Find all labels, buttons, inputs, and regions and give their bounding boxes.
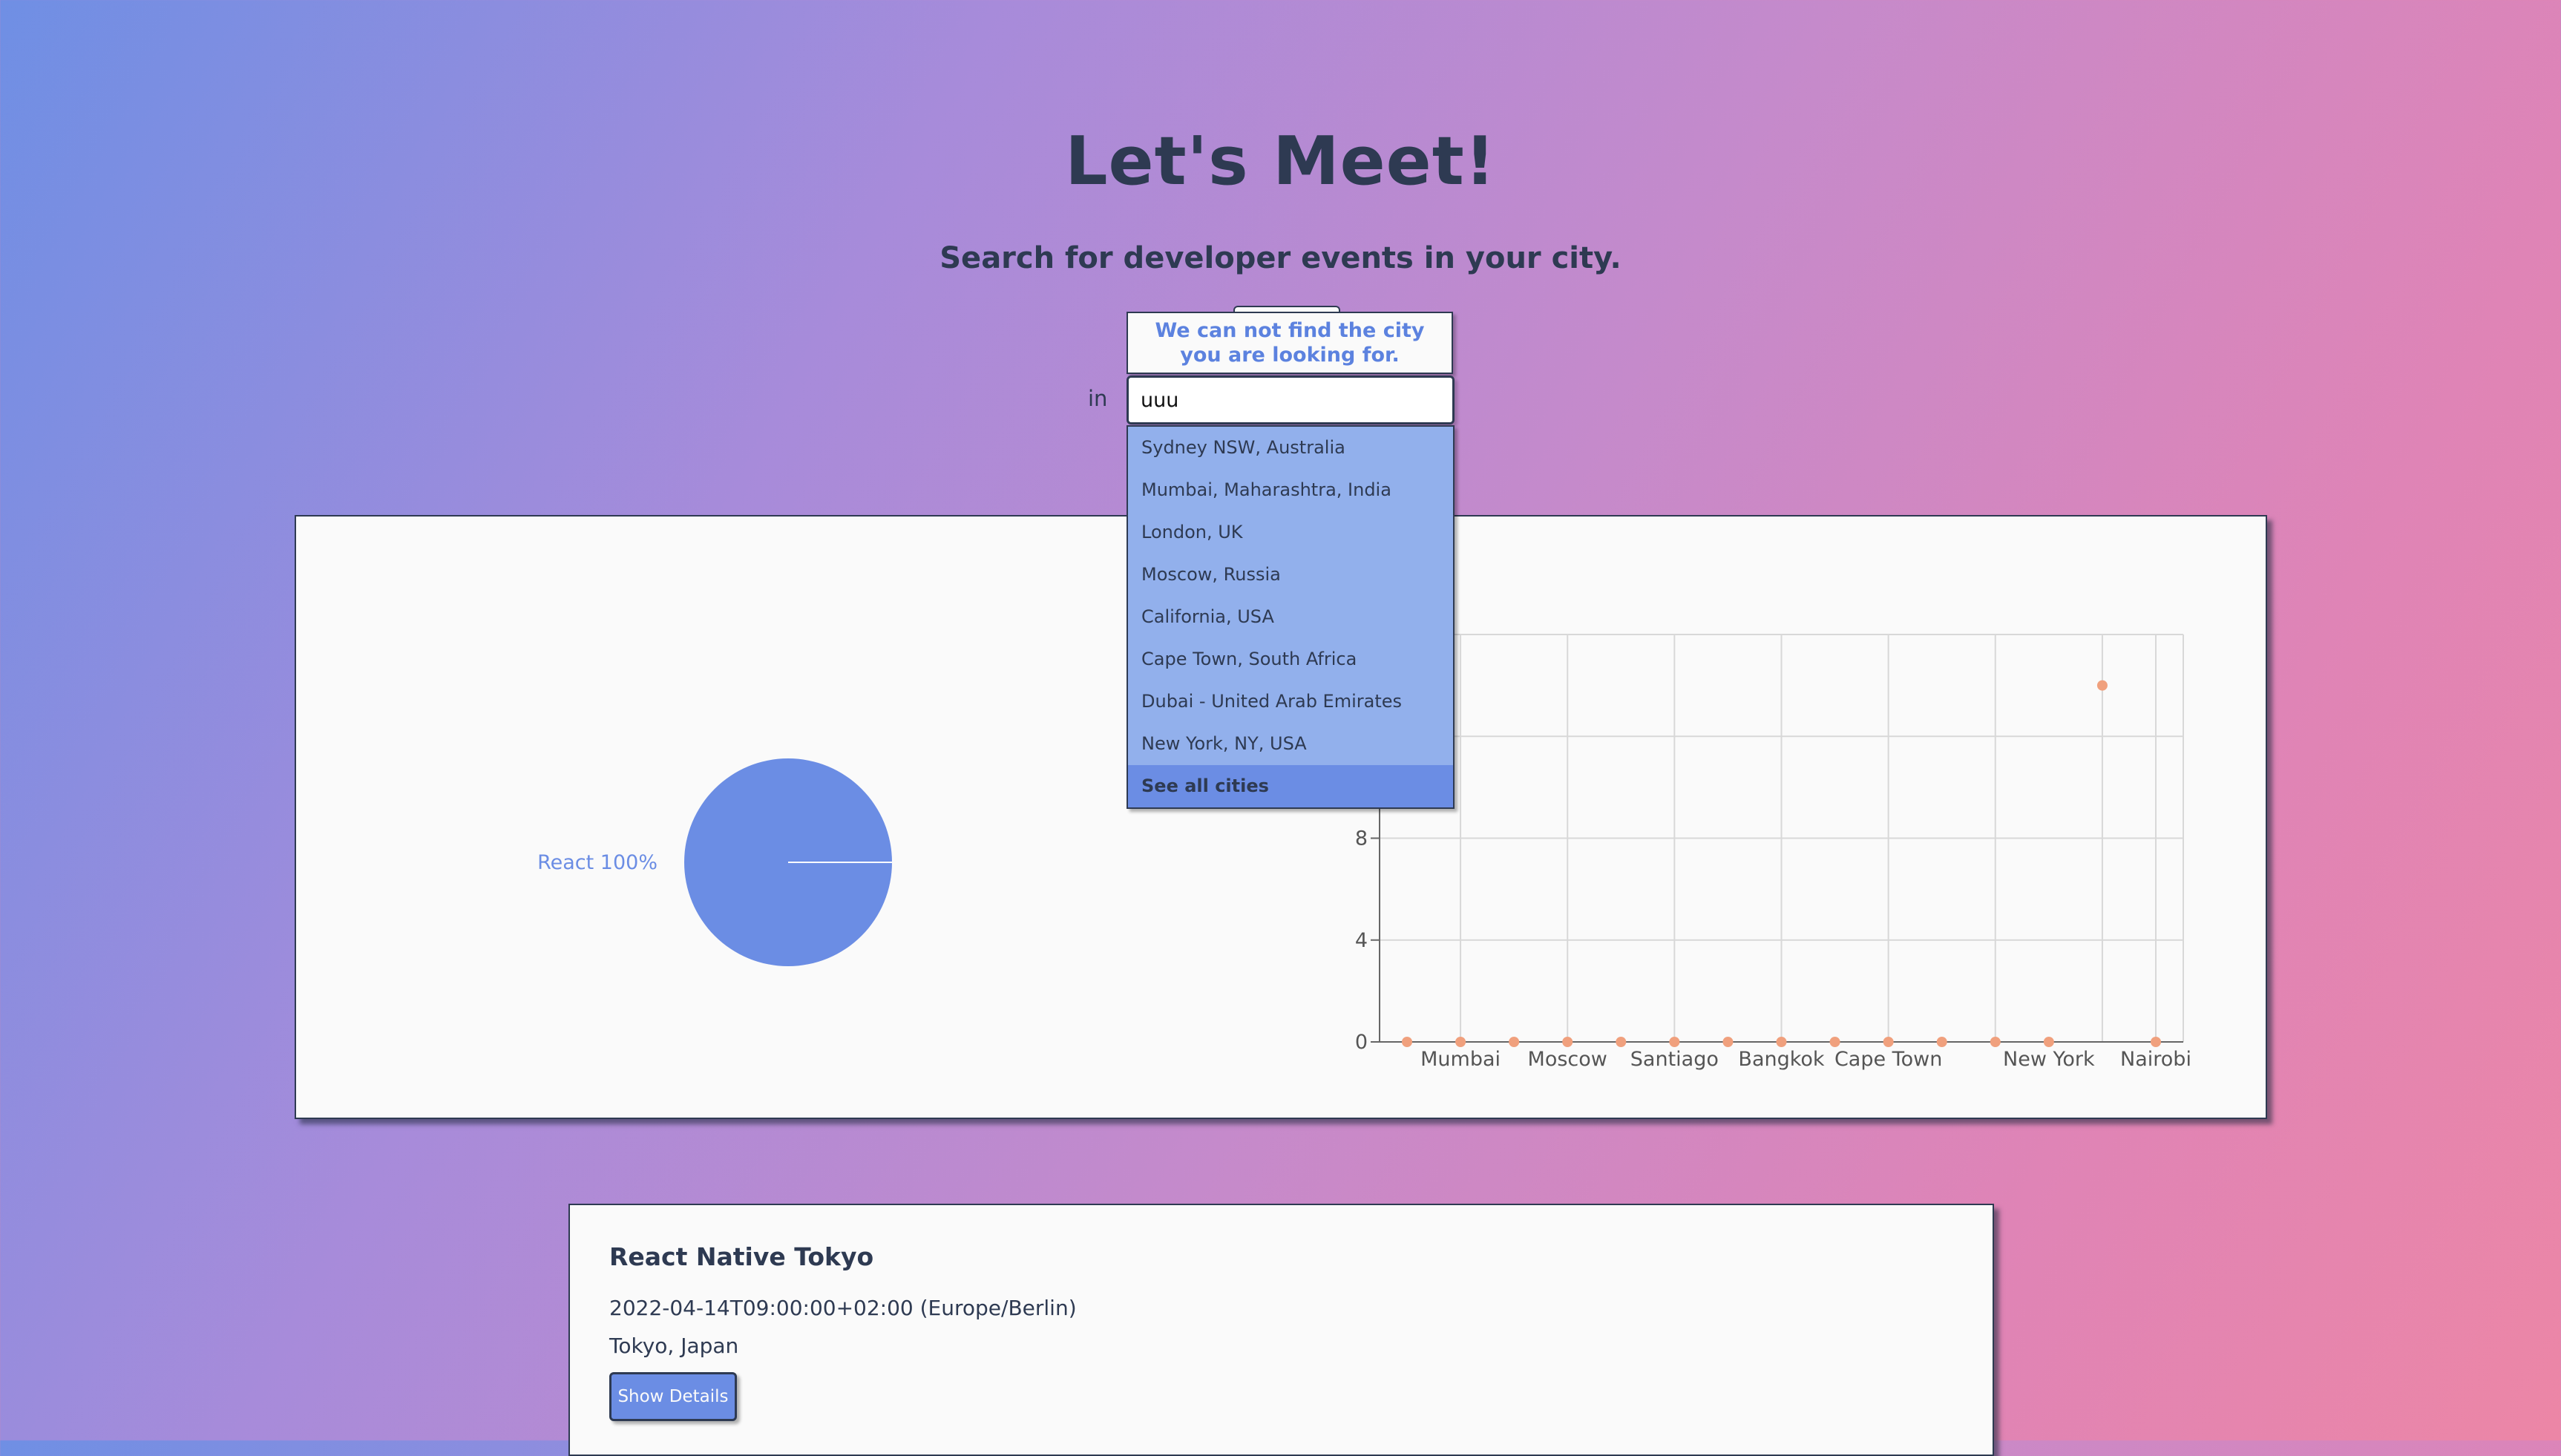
city-not-found-alert: We can not find the city you are looking… xyxy=(1127,312,1453,374)
scatter-point xyxy=(1829,1037,1840,1047)
scatter-point xyxy=(1616,1037,1627,1047)
scatter-point xyxy=(1669,1037,1680,1047)
page-title: Let's Meet! xyxy=(1065,122,1496,200)
suggestion-item[interactable]: Moscow, Russia xyxy=(1128,554,1453,596)
x-tick-label: Bangkok xyxy=(1738,1048,1825,1071)
scatter-point xyxy=(2151,1037,2161,1047)
scatter-point xyxy=(1562,1037,1573,1047)
suggestion-item[interactable]: Mumbai, Maharashtra, India xyxy=(1128,469,1453,511)
city-search-input[interactable] xyxy=(1127,376,1455,424)
scatter-point xyxy=(2096,680,2108,691)
y-tick-label: 4 xyxy=(1355,929,1368,952)
suggestion-item[interactable]: Dubai - United Arab Emirates xyxy=(1128,681,1453,723)
event-card: React Native Tokyo 2022-04-14T09:00:00+0… xyxy=(568,1204,1994,1456)
city-suggestions-list: Sydney NSW, Australia Mumbai, Maharashtr… xyxy=(1127,425,1455,809)
event-date: 2022-04-14T09:00:00+02:00 (Europe/Berlin… xyxy=(609,1296,1077,1320)
event-location: Tokyo, Japan xyxy=(609,1334,739,1358)
suggestion-item[interactable]: London, UK xyxy=(1128,511,1453,554)
y-tick-label: 0 xyxy=(1355,1031,1368,1054)
suggestion-item[interactable]: New York, NY, USA xyxy=(1128,723,1453,765)
y-tick-label: 8 xyxy=(1355,827,1368,850)
x-tick-label: New York xyxy=(2003,1048,2095,1071)
event-title: React Native Tokyo xyxy=(609,1242,874,1271)
suggestion-item[interactable]: California, USA xyxy=(1128,596,1453,638)
suggestion-item[interactable]: Cape Town, South Africa xyxy=(1128,638,1453,681)
show-details-button[interactable]: Show Details xyxy=(609,1372,737,1421)
x-tick-label: Moscow xyxy=(1528,1048,1607,1071)
in-label: in xyxy=(1088,386,1108,411)
x-tick-label: Mumbai xyxy=(1420,1048,1501,1071)
x-tick-label: Cape Town xyxy=(1834,1048,1942,1071)
scatter-point xyxy=(1936,1037,1947,1047)
scatter-point xyxy=(1722,1037,1734,1047)
scatter-point xyxy=(1509,1037,1520,1047)
scatter-point xyxy=(1776,1037,1787,1047)
x-tick-label: Nairobi xyxy=(2120,1048,2191,1071)
scatter-point xyxy=(1402,1037,1412,1047)
scatter-point xyxy=(1990,1037,2001,1047)
page-subtitle: Search for developer events in your city… xyxy=(940,241,1621,275)
scatter-point xyxy=(1455,1037,1466,1047)
scatter-point xyxy=(1883,1037,1894,1047)
suggestion-item[interactable]: Sydney NSW, Australia xyxy=(1128,427,1453,469)
see-all-cities-item[interactable]: See all cities xyxy=(1128,765,1453,807)
x-tick-label: Santiago xyxy=(1630,1048,1719,1071)
scatter-point xyxy=(2043,1037,2054,1047)
